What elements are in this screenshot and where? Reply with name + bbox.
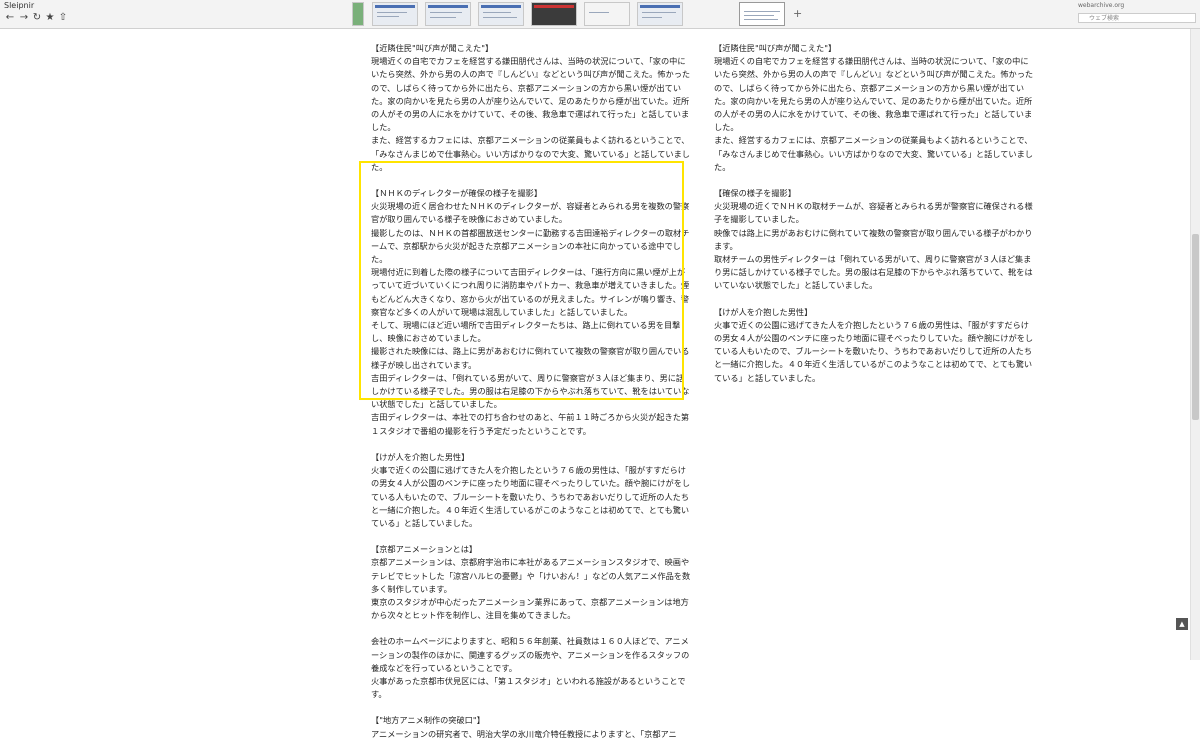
tab-thumbnail[interactable]	[637, 2, 683, 26]
back-to-top-button[interactable]: ▲	[1176, 618, 1188, 630]
article-section-injured: 【けが人を介抱した男性】 火事で近くの公園に逃げてきた人を介抱したという７６歳の…	[371, 451, 691, 528]
scrollbar-thumb[interactable]	[1192, 234, 1199, 420]
reload-icon[interactable]: ↻	[31, 12, 43, 24]
tab-thumbnail[interactable]	[425, 2, 471, 26]
tab-thumbnail[interactable]	[478, 2, 524, 26]
article-section-breakthrough: 【"地方アニメ制作の突破口"】 アニメーションの研究者で、明治大学の氷川竜介特任…	[371, 715, 677, 739]
article-right: 【近隣住民"叫び声が聞こえた"】 現場近くの自宅でカフェを経営する鎌田朋代さんは…	[714, 42, 1034, 385]
article-section-neighbors: 【近隣住民"叫び声が聞こえた"】 現場近くの自宅でカフェを経営する鎌田朋代さんは…	[371, 43, 691, 172]
browser-name[interactable]: Sleipnir	[4, 1, 34, 10]
article-section-secure-right: 【確保の様子を撮影】 火災現場の近くでＮＨＫの取材チームが、容疑者とみられる男が…	[714, 188, 1033, 291]
share-icon[interactable]: ⇧	[57, 12, 69, 24]
star-icon[interactable]: ★	[44, 12, 56, 24]
article-section-homepage: 会社のホームページによりますと、昭和５６年創業、社員数は１６０人ほどで、アニメー…	[371, 636, 690, 700]
back-arrow-icon[interactable]: ←	[4, 12, 16, 24]
address-text[interactable]: webarchive.org	[1078, 2, 1124, 9]
tab-group-icon[interactable]	[352, 2, 364, 26]
tab-thumbnail[interactable]	[584, 2, 630, 26]
tab-thumbnail-active[interactable]	[739, 2, 785, 26]
tab-thumbnail[interactable]	[531, 2, 577, 26]
article-section-neighbors-right: 【近隣住民"叫び声が聞こえた"】 現場近くの自宅でカフェを経営する鎌田朋代さんは…	[714, 43, 1034, 172]
article-section-injured-right: 【けが人を介抱した男性】 火事で近くの公園に逃げてきた人を介抱したという７６歳の…	[714, 306, 1034, 383]
search-input[interactable]: ウェブ検索	[1078, 13, 1196, 23]
vertical-scrollbar[interactable]	[1190, 29, 1200, 660]
highlight-box	[359, 161, 684, 400]
new-tab-button[interactable]: +	[793, 7, 802, 20]
article-section-kyoani: 【京都アニメーションとは】 京都アニメーションは、京都府宇治市に本社があるアニメ…	[371, 544, 691, 621]
tab-thumbnail[interactable]	[372, 2, 418, 26]
forward-arrow-icon[interactable]: →	[18, 12, 30, 24]
browser-toolbar: Sleipnir ← → ↻ ★ ⇧ + webarchive.org ウェブ検…	[0, 0, 1200, 29]
